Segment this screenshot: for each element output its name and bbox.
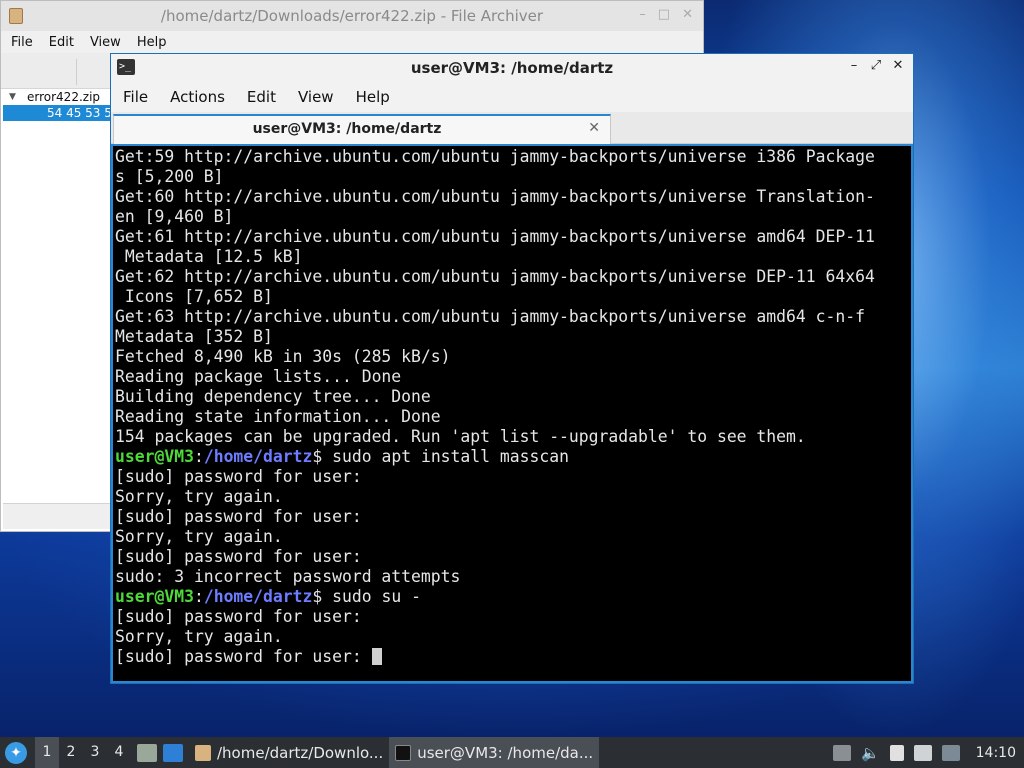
taskbar: ✦ 1 2 3 4 /home/dartz/Downlo... user@VM3… xyxy=(0,737,1024,768)
toolbar-separator xyxy=(76,59,77,85)
workspace-3[interactable]: 3 xyxy=(83,737,107,768)
terminal-line: Metadata [352 B] xyxy=(115,327,273,346)
desktop-launcher-icon[interactable] xyxy=(163,743,183,762)
archive-tree: ▼ error422.zip 54 45 53 5 xyxy=(3,89,113,503)
terminal-titlebar[interactable]: >_ user@VM3: /home/dartz – ⤢ ✕ xyxy=(111,54,913,82)
terminal-line: Reading state information... Done xyxy=(115,407,441,426)
terminal-tab[interactable]: user@VM3: /home/dartz ✕ xyxy=(113,114,611,144)
terminal-line: Get:62 http://archive.ubuntu.com/ubuntu … xyxy=(115,267,875,286)
command-text: sudo apt install masscan xyxy=(322,447,569,466)
task-terminal-label: user@VM3: /home/da... xyxy=(417,743,594,762)
tab-close-icon[interactable]: ✕ xyxy=(588,120,600,136)
terminal-line: Metadata [12.5 kB] xyxy=(115,247,303,266)
terminal-line: s [5,200 B] xyxy=(115,167,224,186)
text-cursor[interactable] xyxy=(371,648,382,665)
notification-icon[interactable] xyxy=(832,744,851,761)
maximize-button[interactable]: □ xyxy=(658,7,670,22)
terminal-line: [sudo] password for user: xyxy=(115,507,362,526)
prompt-path: /home/dartz xyxy=(203,447,313,466)
archive-icon xyxy=(195,744,211,761)
menu-view[interactable]: View xyxy=(90,35,121,50)
close-button[interactable]: ✕ xyxy=(891,58,905,73)
task-archiver[interactable]: /home/dartz/Downlo... xyxy=(189,737,389,768)
menu-file[interactable]: File xyxy=(123,88,148,106)
terminal-line: Building dependency tree... Done xyxy=(115,387,431,406)
prompt-user: user@VM3 xyxy=(115,447,194,466)
expand-arrow-icon[interactable]: ▼ xyxy=(9,92,19,102)
terminal-window: >_ user@VM3: /home/dartz – ⤢ ✕ File Acti… xyxy=(110,53,914,684)
terminal-tabbar: user@VM3: /home/dartz ✕ xyxy=(111,112,913,144)
workspace-1[interactable]: 1 xyxy=(35,737,59,768)
command-text: sudo su - xyxy=(322,587,421,606)
terminal-line: Icons [7,652 B] xyxy=(115,287,273,306)
terminal-line: Get:61 http://archive.ubuntu.com/ubuntu … xyxy=(115,227,875,246)
terminal-line: [sudo] password for user: xyxy=(115,467,362,486)
prompt-symbol: $ xyxy=(312,447,323,466)
prompt-line: user@VM3:/home/dartz$ sudo su - xyxy=(115,587,909,607)
menu-view[interactable]: View xyxy=(298,88,334,106)
minimize-button[interactable]: – xyxy=(847,58,861,73)
terminal-line: Sorry, try again. xyxy=(115,487,283,506)
terminal-line: Fetched 8,490 kB in 30s (285 kB/s) xyxy=(115,347,451,366)
tree-item-selected[interactable]: 54 45 53 5 xyxy=(3,105,113,121)
terminal-line: [sudo] password for user: xyxy=(115,547,362,566)
menu-edit[interactable]: Edit xyxy=(49,35,74,50)
terminal-line: [sudo] password for user: xyxy=(115,607,362,626)
volume-icon[interactable]: 🔈 xyxy=(861,744,880,762)
file-manager-launcher-icon[interactable] xyxy=(137,743,157,762)
tree-root[interactable]: ▼ error422.zip xyxy=(3,89,113,105)
terminal-menubar: File Actions Edit View Help xyxy=(111,82,913,112)
terminal-line: sudo: 3 incorrect password attempts xyxy=(115,567,461,586)
tree-root-label: error422.zip xyxy=(27,90,101,104)
terminal-line: Get:63 http://archive.ubuntu.com/ubuntu … xyxy=(115,307,865,326)
terminal-icon xyxy=(395,744,412,761)
workspace-4[interactable]: 4 xyxy=(107,737,131,768)
task-archiver-label: /home/dartz/Downlo... xyxy=(217,743,384,762)
terminal-line: en [9,460 B] xyxy=(115,207,234,226)
task-terminal[interactable]: user@VM3: /home/da... xyxy=(389,737,600,768)
tab-label: user@VM3: /home/dartz xyxy=(252,121,442,137)
maximize-button[interactable]: ⤢ xyxy=(869,58,883,73)
clock[interactable]: 14:10 xyxy=(976,745,1016,761)
password-prompt-line: [sudo] password for user: xyxy=(115,647,909,667)
start-menu-icon[interactable]: ✦ xyxy=(5,741,27,764)
prompt-colon: : xyxy=(193,447,204,466)
terminal-line: 154 packages can be upgraded. Run 'apt l… xyxy=(115,427,806,446)
prompt-symbol: $ xyxy=(312,587,323,606)
menu-help[interactable]: Help xyxy=(137,35,167,50)
archiver-titlebar[interactable]: /home/dartz/Downloads/error422.zip - Fil… xyxy=(1,1,703,31)
terminal-title: user@VM3: /home/dartz xyxy=(410,59,614,77)
terminal-line: Reading package lists... Done xyxy=(115,367,402,386)
password-prompt-text: [sudo] password for user: xyxy=(115,647,372,666)
system-tray: 🔈 14:10 xyxy=(832,744,1024,762)
prompt-line: user@VM3:/home/dartz$ sudo apt install m… xyxy=(115,447,909,467)
terminal-line: Get:60 http://archive.ubuntu.com/ubuntu … xyxy=(115,187,875,206)
terminal-line: Get:59 http://archive.ubuntu.com/ubuntu … xyxy=(115,147,875,166)
workspace-2[interactable]: 2 xyxy=(59,737,83,768)
network-icon[interactable] xyxy=(913,744,932,761)
archiver-title: /home/dartz/Downloads/error422.zip - Fil… xyxy=(160,7,544,25)
menu-file[interactable]: File xyxy=(11,35,33,50)
minimize-button[interactable]: – xyxy=(639,7,646,22)
menu-actions[interactable]: Actions xyxy=(170,88,225,106)
prompt-user: user@VM3 xyxy=(115,587,194,606)
archiver-menubar: File Edit View Help xyxy=(1,31,703,53)
menu-edit[interactable]: Edit xyxy=(247,88,276,106)
terminal-line: Sorry, try again. xyxy=(115,627,283,646)
clipboard-icon[interactable] xyxy=(889,744,904,761)
prompt-path: /home/dartz xyxy=(203,587,313,606)
close-button[interactable]: ✕ xyxy=(682,7,693,22)
update-icon[interactable] xyxy=(941,744,960,761)
terminal-output[interactable]: Get:59 http://archive.ubuntu.com/ubuntu … xyxy=(113,146,911,681)
menu-help[interactable]: Help xyxy=(356,88,390,106)
prompt-colon: : xyxy=(193,587,204,606)
terminal-line: Sorry, try again. xyxy=(115,527,283,546)
